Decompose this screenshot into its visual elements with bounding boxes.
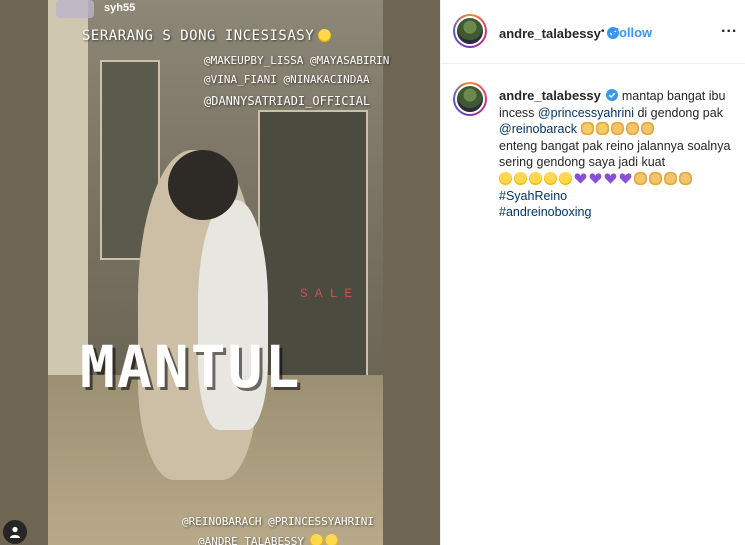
caption-username[interactable]: andre_talabessy	[499, 88, 601, 103]
verified-badge-icon	[606, 89, 619, 101]
clap-emoji-icon	[664, 171, 677, 185]
overlay-big-text: MANTUL	[80, 333, 302, 401]
mention-reinobarack[interactable]: @reinobarack	[499, 122, 577, 136]
overlay-tags-line-1: @MAKEUPBY_LISSA @MAYASABIRIN	[204, 54, 390, 67]
laughing-emoji-icon	[529, 171, 542, 185]
story-username: syh55	[104, 2, 136, 14]
story-avatar	[56, 0, 94, 18]
caption-text: andre_talabessy mantap bangat ibu incess…	[499, 88, 739, 221]
hashtag-syahreino[interactable]: #SyahReino	[499, 189, 567, 203]
clap-emoji-icon	[625, 122, 639, 136]
overlay-headline: SERARANG S DONG INCESISASY	[82, 28, 333, 44]
emoji-group-1	[580, 121, 656, 138]
purple-heart-emoji-icon	[604, 173, 617, 184]
more-options-button[interactable]: ...	[721, 19, 737, 37]
media-letterbox-left	[0, 0, 48, 545]
media-letterbox-right	[383, 0, 440, 545]
hashtag-andreinoboxing[interactable]: #andreinoboxing	[499, 205, 591, 219]
laughing-emoji-icon	[559, 171, 572, 185]
clap-emoji-icon	[640, 122, 654, 136]
post-header: andre_talabessy • Follow ...	[441, 0, 745, 64]
laughing-emoji-icon	[318, 29, 332, 42]
overlay-bottom-line-1: @REINOBARACH @PRINCESSYAHRINI	[182, 515, 375, 528]
mention-princessyahrini[interactable]: @princessyahrini	[538, 106, 634, 120]
author-avatar[interactable]	[453, 14, 487, 48]
purple-heart-emoji-icon	[619, 173, 632, 184]
overlay-tags-line-3: @DANNYSATRIADI_OFFICIAL	[204, 94, 371, 108]
clap-emoji-icon	[679, 171, 692, 185]
emoji-group-2	[499, 171, 694, 188]
caption-avatar[interactable]	[453, 82, 487, 116]
post-media[interactable]: SALE syh55 SERARANG S DONG INCESISASY @M…	[0, 0, 440, 545]
laughing-emoji-icon	[324, 534, 338, 545]
laughing-emoji-icon	[514, 171, 527, 185]
overlay-tags-line-2: @VINA_FIANI @NINAKACINDAA	[204, 73, 370, 86]
clap-emoji-icon	[649, 171, 662, 185]
purple-heart-emoji-icon	[574, 173, 587, 184]
clap-emoji-icon	[610, 122, 624, 136]
clap-emoji-icon	[634, 171, 647, 185]
sale-sign: SALE	[300, 286, 360, 301]
header-separator: •	[601, 26, 605, 37]
post-sidebar: andre_talabessy • Follow ... andre_talab…	[440, 0, 745, 545]
purple-heart-emoji-icon	[589, 173, 602, 184]
follow-button[interactable]: Follow	[611, 25, 652, 40]
overlay-bottom-line-2: @ANDRE_TALABESSY	[198, 534, 340, 545]
caption-text-2: di gendong pak	[637, 105, 723, 120]
thumbs-up-emoji-icon	[595, 122, 609, 136]
laughing-emoji-icon	[499, 171, 512, 185]
person-head	[168, 150, 238, 220]
laughing-emoji-icon	[544, 171, 557, 185]
caption-line-2: enteng bangat pak reino jalannya soalnya…	[499, 138, 731, 170]
thumbs-up-emoji-icon	[580, 122, 594, 136]
user-icon	[10, 526, 20, 538]
laughing-emoji-icon	[309, 534, 323, 545]
user-tags-button[interactable]	[3, 520, 27, 544]
